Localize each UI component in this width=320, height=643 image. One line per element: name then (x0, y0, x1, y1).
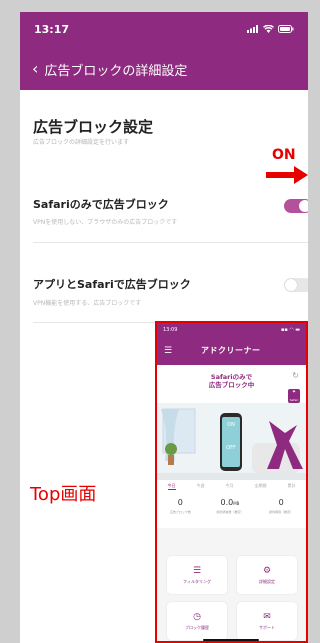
preview-status-text: Safariのみで 広告ブロック中 (208, 373, 255, 390)
setting-app-title: アプリとSafariで広告ブロック (33, 278, 191, 291)
preview-status-icons: ▪▪ ◠ ▬ (280, 327, 300, 333)
stat-value: 0 (170, 498, 191, 507)
stat-label: 節約通信量（推定） (216, 510, 244, 514)
clock-icon: ◷ (193, 611, 201, 622)
nav-title: 広告ブロックの詳細設定 (44, 63, 188, 79)
right-arrow-icon (266, 166, 308, 184)
sliders-icon: ☰ (192, 565, 202, 576)
stat-data-saved: 0.0MB 節約通信量（推定） (216, 498, 243, 528)
preview-stats: 0 広告ブロック数 0.0MB 節約通信量（推定） 0 節約時間（推定） (157, 492, 306, 528)
preview-hero: Safariのみで 広告ブロック中 ↻ ✦ Safari ON OFF (157, 365, 306, 480)
setting-safari-subtitle: VPNを使用しない、ブラウザのみの広告ブロックです (33, 219, 178, 226)
tile-label: サポート (259, 624, 275, 630)
status-time: 13:17 (34, 22, 70, 36)
stat-number: 0 (177, 498, 183, 507)
hero-on-text: ON (227, 422, 235, 428)
gear-icon: ⚙ (262, 565, 272, 576)
preview-time: 13:09 (163, 327, 178, 333)
preview-logo: アドクリーナー (201, 346, 261, 355)
compass-icon: ✦ (291, 389, 297, 395)
app-header: 13:17 ‹ 広告ブロックの詳細設定 (20, 12, 308, 90)
tile-support: ✉ サポート (237, 602, 297, 640)
tile-history: ◷ ブロック履歴 (167, 602, 227, 640)
stat-number: 0.0 (220, 498, 234, 507)
safari-badge: ✦ Safari (288, 389, 300, 403)
stat-value: 0 (269, 498, 293, 507)
section-subtitle: 広告ブロックの詳細設定を行います (33, 139, 130, 146)
stat-number: 0 (278, 498, 284, 507)
safari-only-toggle[interactable] (284, 199, 308, 213)
stat-time-saved: 0 節約時間（推定） (269, 498, 293, 528)
hero-off-text: OFF (226, 445, 236, 451)
preview-menu-grid: ☰ フィルタリング ⚙ 詳細設定 ◷ ブロック履歴 ✉ サポート (167, 556, 297, 640)
top-screen-annotation: Top画面 (30, 484, 97, 505)
toggle-knob (285, 279, 297, 291)
tile-settings: ⚙ 詳細設定 (237, 556, 297, 594)
setting-app-subtitle: VPN機能を使用する、広告ブロックです (33, 300, 142, 307)
setting-safari-title: Safariのみで広告ブロック (33, 198, 169, 211)
signal-icon (247, 25, 258, 33)
tab-month: 今月 (225, 483, 234, 488)
app-and-safari-toggle[interactable] (284, 278, 308, 292)
hero-illustration: ON OFF (157, 403, 306, 480)
refresh-icon: ↻ (292, 371, 299, 380)
support-icon: ✉ (263, 611, 271, 622)
divider (33, 242, 308, 243)
tab-today: 今日 (167, 482, 176, 490)
stat-value: 0.0MB (216, 498, 243, 507)
preview-header: 13:09 ▪▪ ◠ ▬ ☰ アドクリーナー (157, 323, 306, 365)
safari-badge-label: Safari (289, 398, 299, 402)
stat-blocked: 0 広告ブロック数 (170, 498, 191, 528)
back-icon[interactable]: ‹ (32, 61, 38, 77)
section-title: 広告ブロック設定 (33, 118, 154, 136)
home-indicator (203, 639, 259, 641)
status-bar: 13:17 (20, 12, 308, 46)
tab-week: 今週 (196, 483, 205, 488)
stat-unit: MB (233, 501, 240, 506)
tab-total: 累計 (287, 483, 296, 488)
tile-label: 詳細設定 (259, 578, 275, 584)
battery-icon (278, 25, 294, 33)
menu-icon: ☰ (164, 346, 173, 356)
nav-bar: ‹ 広告ブロックの詳細設定 (20, 56, 308, 82)
tile-filtering: ☰ フィルタリング (167, 556, 227, 594)
stat-label: 節約時間（推定） (269, 510, 294, 514)
toggle-knob (299, 200, 308, 212)
top-screen-preview: 13:09 ▪▪ ◠ ▬ ☰ アドクリーナー Safariのみで 広告ブロック中… (155, 321, 308, 643)
stat-label: 広告ブロック数 (169, 510, 191, 514)
wifi-icon (263, 25, 274, 33)
tile-label: ブロック履歴 (185, 624, 209, 630)
preview-period-tabs: 今日 今週 今月 全期間 累計 (157, 480, 306, 492)
status-icons (247, 25, 294, 33)
on-annotation-label: ON (272, 147, 296, 163)
tile-label: フィルタリング (183, 578, 211, 584)
tab-all: 全期間 (254, 483, 267, 488)
